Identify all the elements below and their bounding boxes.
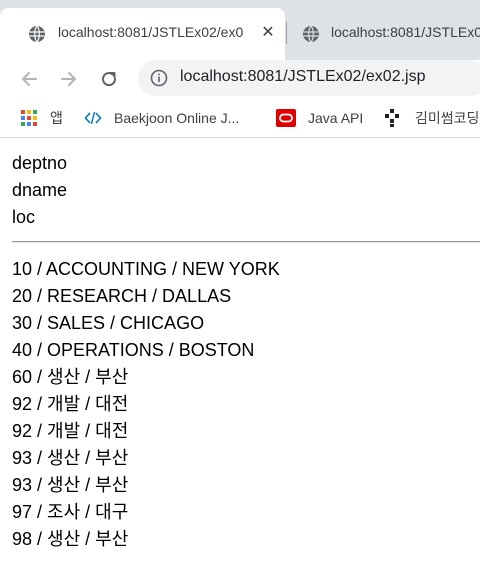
address-bar[interactable]: localhost:8081/JSTLEx02/ex02.jsp [138, 60, 480, 96]
tab-inactive[interactable]: localhost:8081/JSTLEx0 [288, 8, 480, 60]
dept-list: 10 / ACCOUNTING / NEW YORK 20 / RESEARCH… [12, 256, 480, 553]
close-icon[interactable]: ✕ [259, 23, 277, 41]
page-header-block: deptno dname loc [12, 150, 480, 231]
bookmark-label: 김미썸코딩 [415, 110, 480, 126]
bookmark-apps[interactable]: 앱 [20, 108, 63, 128]
reload-icon [102, 72, 117, 87]
list-item: 98 / 생산 / 부산 [12, 529, 129, 549]
oracle-icon [276, 109, 296, 127]
list-item: 60 / 생산 / 부산 [12, 367, 129, 387]
bookmark-label: 앱 [50, 110, 63, 126]
list-item: 92 / 개발 / 대전 [12, 421, 129, 441]
reload-button[interactable] [96, 66, 122, 92]
apps-grid-icon [21, 110, 37, 126]
header-deptno: deptno [12, 153, 68, 173]
bookmarks-bar: 앱 Baekjoon Online J... Java API 김미썸코딩 [0, 98, 480, 138]
list-item: 93 / 생산 / 부산 [12, 475, 129, 495]
code-brackets-icon [84, 111, 102, 125]
header-dname: dname [12, 180, 68, 200]
url-text[interactable]: localhost:8081/JSTLEx02/ex02.jsp [180, 68, 425, 86]
tab-strip: localhost:8081/JSTLEx02/ex0 ✕ localhost:… [0, 0, 480, 60]
list-item: 97 / 조사 / 대구 [12, 502, 129, 522]
globe-icon [29, 25, 45, 43]
bookmark-kimmi[interactable]: 김미썸코딩 [383, 108, 479, 128]
tab-title: localhost:8081/JSTLEx0 [331, 24, 480, 40]
back-arrow-icon [22, 72, 37, 86]
tab-active[interactable]: localhost:8081/JSTLEx02/ex0 ✕ [0, 8, 285, 60]
tab-separator [286, 22, 287, 44]
bookmark-label: Baekjoon Online J... [114, 110, 240, 126]
bookmark-label: Java API [308, 110, 364, 126]
globe-icon [303, 25, 319, 43]
forward-button[interactable] [56, 66, 82, 92]
bookmark-icon [385, 109, 399, 127]
back-button[interactable] [16, 66, 42, 92]
bookmark-java-api[interactable]: Java API [276, 108, 363, 128]
list-item: 40 / OPERATIONS / BOSTON [12, 340, 255, 360]
bookmark-baekjoon[interactable]: Baekjoon Online J... [84, 108, 239, 128]
list-item: 30 / SALES / CHICAGO [12, 313, 205, 333]
list-item: 92 / 개발 / 대전 [12, 394, 129, 414]
list-item: 93 / 생산 / 부산 [12, 448, 129, 468]
list-item: 10 / ACCOUNTING / NEW YORK [12, 259, 280, 279]
info-icon[interactable] [150, 69, 168, 87]
toolbar: localhost:8081/JSTLEx02/ex02.jsp [0, 60, 480, 98]
forward-arrow-icon [61, 72, 76, 86]
divider [12, 241, 480, 243]
header-loc: loc [12, 207, 36, 227]
list-item: 20 / RESEARCH / DALLAS [12, 286, 232, 306]
tab-title: localhost:8081/JSTLEx02/ex0 [58, 24, 244, 40]
